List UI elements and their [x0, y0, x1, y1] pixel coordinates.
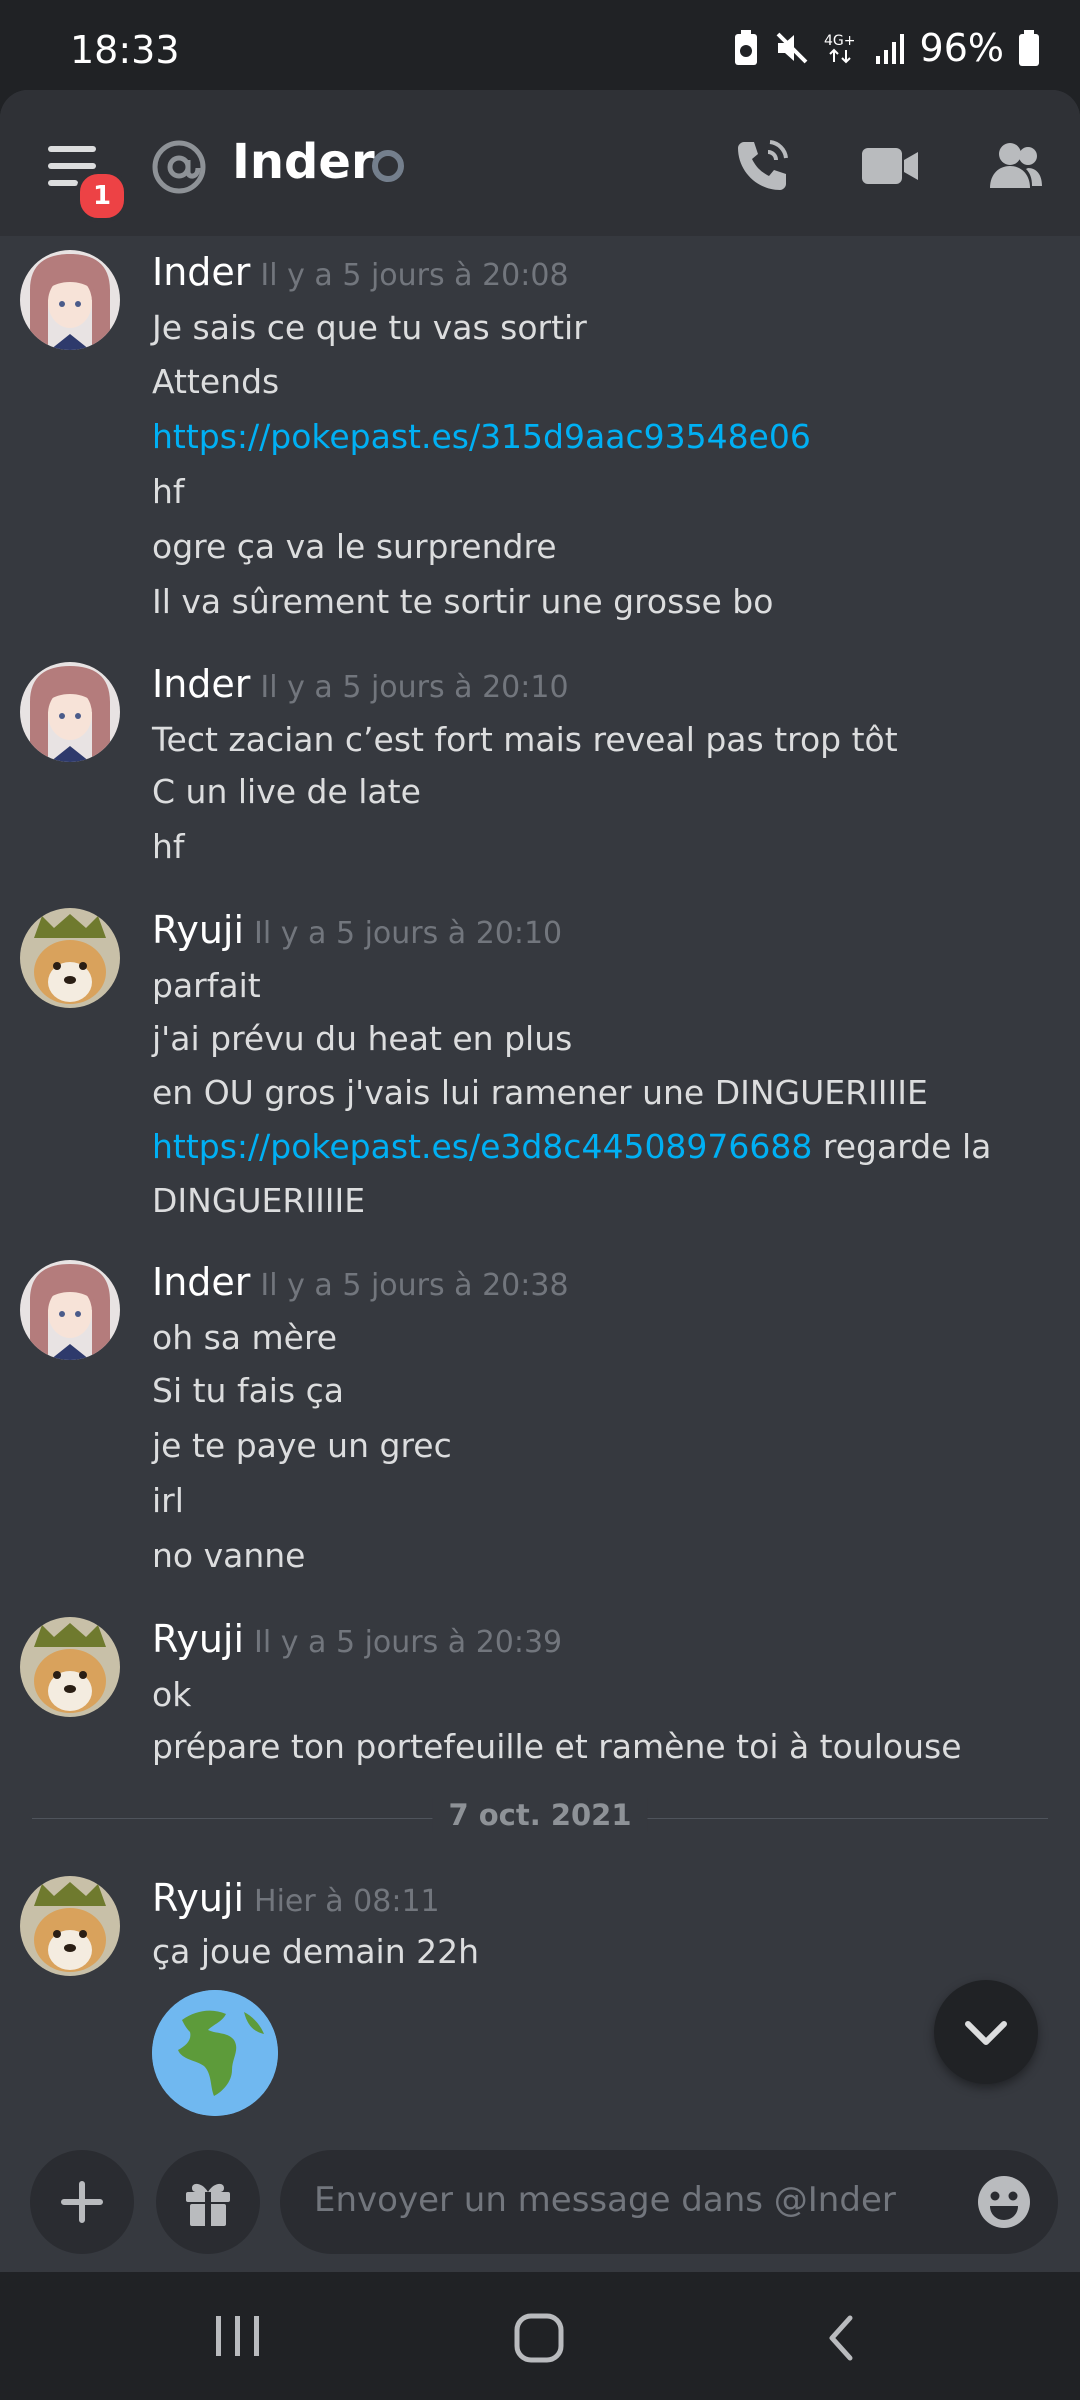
- message-text: irl: [152, 1481, 184, 1520]
- members-icon[interactable]: [982, 134, 1046, 198]
- status-bar: 18:33 4G+ 96%: [0, 0, 1080, 90]
- mute-icon: [776, 32, 807, 64]
- message-text: Il va sûrement te sortir une grosse bo: [152, 582, 774, 621]
- message-composer: Envoyer un message dans @Inder: [0, 2140, 1080, 2272]
- message-author[interactable]: Ryuji Hier à 08:11: [152, 1876, 440, 1920]
- home-icon[interactable]: [512, 2312, 568, 2364]
- gift-button[interactable]: [156, 2150, 260, 2254]
- date-divider-label: 7 oct. 2021: [432, 1798, 648, 1832]
- battery-icon: [1019, 30, 1039, 66]
- offline-status-icon: [372, 150, 404, 182]
- message-input-placeholder: Envoyer un message dans @Inder: [314, 2180, 896, 2220]
- message-text: hf: [152, 472, 185, 511]
- message-text: oh sa mère: [152, 1318, 338, 1357]
- system-navigation-bar: [0, 2272, 1080, 2400]
- notification-badge: 1: [76, 170, 128, 222]
- video-call-icon[interactable]: [858, 134, 922, 198]
- battery-percent: 96%: [919, 26, 1004, 70]
- message-text: parfait: [152, 966, 261, 1005]
- message-text: no vanne: [152, 1536, 306, 1575]
- message-author[interactable]: Ryuji Il y a 5 jours à 20:39: [152, 1617, 562, 1661]
- earth-emoji-icon: [152, 1990, 278, 2116]
- message-author[interactable]: Ryuji Il y a 5 jours à 20:10: [152, 908, 562, 952]
- message-timestamp: Il y a 5 jours à 20:10: [254, 916, 563, 951]
- avatar-inder[interactable]: [20, 1260, 120, 1360]
- chat-panel: 1 Inder Inder Il y a 5 jours à 20:08 Je s…: [0, 90, 1080, 2272]
- message-timestamp: Il y a 5 jours à 20:39: [254, 1625, 563, 1660]
- message-text: C un live de late: [152, 772, 421, 811]
- message-text: hf: [152, 827, 185, 866]
- status-icons: 4G+ 96%: [732, 26, 1040, 70]
- message-author[interactable]: Inder Il y a 5 jours à 20:08: [152, 250, 569, 294]
- chevron-down-icon: [965, 2021, 1007, 2045]
- message-link[interactable]: https://pokepast.es/315d9aac93548e06: [152, 417, 1052, 456]
- message-text: je te paye un grec: [152, 1426, 452, 1465]
- message-link[interactable]: https://pokepast.es/e3d8c44508976688: [152, 1127, 812, 1166]
- message-text: DINGUERIIIIE: [152, 1181, 366, 1220]
- message-author[interactable]: Inder Il y a 5 jours à 20:38: [152, 1260, 569, 1304]
- message-text: Attends: [152, 362, 280, 401]
- scroll-to-bottom-button[interactable]: [934, 1980, 1038, 2084]
- date-divider: 7 oct. 2021: [32, 1798, 1048, 1838]
- message-text: ça joue demain 22h: [152, 1932, 480, 1971]
- emoji-picker-icon[interactable]: [976, 2174, 1032, 2230]
- add-attachment-button[interactable]: [30, 2150, 134, 2254]
- message-timestamp: Il y a 5 jours à 20:10: [260, 670, 569, 705]
- signal-icon: [875, 34, 904, 64]
- at-icon: [152, 140, 206, 194]
- message-text: https://pokepast.es/e3d8c44508976688 reg…: [152, 1127, 992, 1166]
- avatar-ryuji[interactable]: [20, 908, 120, 1008]
- channel-title: Inder: [232, 134, 375, 190]
- message-timestamp: Il y a 5 jours à 20:38: [260, 1268, 569, 1303]
- avatar-inder[interactable]: [20, 662, 120, 762]
- message-text: en OU gros j'vais lui ramener une DINGUE…: [152, 1073, 928, 1112]
- battery-saver-icon: [734, 30, 757, 65]
- message-timestamp: Hier à 08:11: [254, 1884, 440, 1919]
- message-input[interactable]: Envoyer un message dans @Inder: [280, 2150, 1058, 2254]
- message-text: ok: [152, 1675, 192, 1714]
- message-text: prépare ton portefeuille et ramène toi à…: [152, 1727, 962, 1766]
- voice-call-icon[interactable]: [730, 134, 794, 198]
- message-text: ogre ça va le surprendre: [152, 527, 557, 566]
- avatar-inder[interactable]: [20, 250, 120, 350]
- gift-icon: [186, 2183, 230, 2226]
- message-text: Tect zacian c’est fort mais reveal pas t…: [152, 720, 898, 759]
- channel-header: 1 Inder: [0, 90, 1080, 236]
- avatar-ryuji[interactable]: [20, 1617, 120, 1717]
- status-time: 18:33: [70, 28, 180, 72]
- back-icon[interactable]: [822, 2312, 862, 2364]
- recent-apps-icon[interactable]: [210, 2312, 266, 2360]
- message-timestamp: Il y a 5 jours à 20:08: [260, 258, 569, 293]
- message-author[interactable]: Inder Il y a 5 jours à 20:10: [152, 662, 569, 706]
- network-4g-icon: 4G+: [824, 33, 856, 64]
- plus-icon: [61, 2181, 103, 2223]
- message-text: Si tu fais ça: [152, 1371, 345, 1410]
- message-text: j'ai prévu du heat en plus: [152, 1019, 573, 1058]
- avatar-ryuji[interactable]: [20, 1876, 120, 1976]
- message-text: Je sais ce que tu vas sortir: [152, 308, 587, 347]
- svg-text:4G+: 4G+: [824, 33, 856, 49]
